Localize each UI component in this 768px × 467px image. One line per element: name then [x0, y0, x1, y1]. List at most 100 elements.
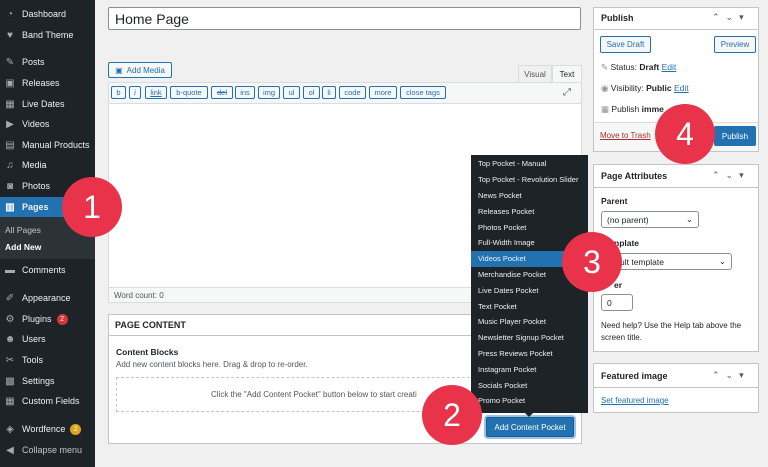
- callout-4: 4: [655, 104, 715, 164]
- pocket-menu-item[interactable]: Text Pocket: [471, 298, 588, 314]
- publish-time-row: ▦ Publish imme: [601, 104, 664, 114]
- status-edit-link[interactable]: Edit: [662, 62, 677, 72]
- sidebar-item-manual-products[interactable]: ▤ Manual Products: [0, 135, 95, 155]
- sidebar-item-live-dates[interactable]: ▦ Live Dates: [0, 94, 95, 114]
- pocket-menu-item[interactable]: Music Player Pocket: [471, 314, 588, 330]
- sidebar-item-users[interactable]: ☻ Users: [0, 329, 95, 349]
- pocket-menu-item[interactable]: Promo Pocket: [471, 393, 588, 409]
- status-row: ✎ Status: Draft Edit: [601, 62, 677, 72]
- divider: [593, 187, 759, 188]
- save-draft-button[interactable]: Save Draft: [600, 36, 651, 53]
- pocket-menu-item[interactable]: Press Reviews Pocket: [471, 346, 588, 362]
- parent-label: Parent: [601, 196, 628, 206]
- add-content-pocket-button[interactable]: Add Content Pocket: [486, 417, 574, 437]
- help-text: Need help? Use the Help tab above the sc…: [601, 321, 742, 342]
- releases-icon: ▣: [5, 77, 15, 89]
- quicktag-close-tags-button[interactable]: close tags: [400, 86, 446, 99]
- video-icon: ▶: [6, 118, 14, 130]
- pocket-menu-item[interactable]: News Pocket: [471, 188, 588, 204]
- sidebar-item-releases[interactable]: ▣ Releases: [0, 73, 95, 93]
- quicktag-code-button[interactable]: code: [339, 86, 366, 99]
- panel-arrows-icon[interactable]: ⌃⌄▾: [712, 370, 750, 381]
- pocket-menu-item[interactable]: Instagram Pocket: [471, 361, 588, 377]
- heart-icon: ♥: [7, 29, 13, 41]
- page-attributes-title: Page Attributes: [601, 171, 668, 181]
- quicktag-ol-button[interactable]: ol: [303, 86, 320, 99]
- pocket-menu-item[interactable]: Releases Pocket: [471, 203, 588, 219]
- sidebar-item-comments[interactable]: ▬ Comments: [0, 260, 95, 280]
- parent-select[interactable]: (no parent) ⌄: [601, 211, 699, 228]
- tab-text[interactable]: Text: [552, 65, 582, 82]
- submenu-add-new[interactable]: Add New: [0, 239, 95, 255]
- plugin-icon: ⚙: [5, 313, 15, 325]
- camera-icon: ◙: [6, 180, 14, 192]
- sidebar-item-dashboard[interactable]: ◔ Dashboard: [0, 4, 95, 24]
- sidebar-item-settings[interactable]: ▩ Settings: [0, 371, 95, 391]
- media-icon: ▣: [115, 65, 123, 75]
- sidebar-item-wordfence[interactable]: ◈ Wordfence 2: [0, 419, 95, 439]
- pocket-menu-item[interactable]: Top Pocket - Revolution Slider: [471, 172, 588, 188]
- quicktag-bold-button[interactable]: b: [111, 86, 126, 99]
- quicktag-del-button[interactable]: del: [211, 86, 233, 99]
- quicktag-ins-button[interactable]: ins: [235, 86, 255, 99]
- content-blocks-description: Add new content blocks here. Drag & drop…: [116, 360, 308, 369]
- fields-icon: ▦: [5, 395, 15, 407]
- chevron-down-icon: ⌄: [685, 214, 693, 224]
- quicktag-italic-button[interactable]: i: [129, 86, 141, 99]
- pin-icon: ✎: [5, 56, 15, 68]
- sidebar-item-tools[interactable]: ✂ Tools: [0, 350, 95, 370]
- eye-icon: ◉: [601, 83, 609, 93]
- quicktag-bquote-button[interactable]: b-quote: [170, 86, 208, 99]
- panel-arrows-icon[interactable]: ⌃⌄▾: [712, 12, 750, 23]
- brush-icon: ✐: [5, 292, 15, 304]
- users-icon: ☻: [4, 333, 16, 345]
- wordfence-count-badge: 2: [70, 423, 82, 435]
- quicktag-li-button[interactable]: li: [322, 86, 336, 99]
- pocket-menu-item[interactable]: Photos Pocket: [471, 219, 588, 235]
- divider: [593, 387, 759, 388]
- quicktag-more-button[interactable]: more: [369, 86, 397, 99]
- preview-button[interactable]: Preview: [714, 36, 756, 53]
- quicktag-ul-button[interactable]: ul: [283, 86, 300, 99]
- pages-icon: ▥: [5, 201, 15, 213]
- calendar-icon: ▦: [601, 104, 610, 114]
- set-featured-image-link[interactable]: Set featured image: [601, 396, 669, 405]
- quicktag-img-button[interactable]: img: [258, 86, 280, 99]
- sidebar-item-posts[interactable]: ✎ Posts: [0, 52, 95, 72]
- sidebar-item-band-theme[interactable]: ♥ Band Theme: [0, 25, 95, 45]
- callout-1: 1: [62, 177, 122, 237]
- order-label: er: [614, 280, 623, 290]
- move-to-trash-link[interactable]: Move to Trash: [600, 131, 651, 140]
- publish-button[interactable]: Publish: [714, 126, 756, 146]
- pocket-menu-item[interactable]: Top Pocket - Manual: [471, 156, 588, 172]
- fullscreen-icon[interactable]: ⤢: [563, 87, 571, 98]
- sidebar-item-videos[interactable]: ▶ Videos: [0, 114, 95, 134]
- pocket-menu-item[interactable]: Socials Pocket: [471, 377, 588, 393]
- quicktag-link-button[interactable]: link: [145, 86, 167, 99]
- menu-pointer: [523, 411, 535, 417]
- sidebar-item-appearance[interactable]: ✐ Appearance: [0, 288, 95, 308]
- content-pocket-menu: Top Pocket - Manual Top Pocket - Revoluti…: [471, 155, 588, 413]
- sidebar-item-media[interactable]: ♫ Media: [0, 155, 95, 175]
- media-icon: ♫: [6, 159, 14, 171]
- post-title-input[interactable]: Home Page: [108, 7, 581, 30]
- chevron-down-icon: ⌄: [718, 256, 726, 266]
- tab-visual[interactable]: Visual: [518, 65, 552, 82]
- publish-panel-title: Publish: [601, 13, 634, 23]
- divider: [593, 29, 759, 30]
- sidebar-item-plugins[interactable]: ⚙ Plugins 2: [0, 309, 95, 329]
- pocket-menu-item[interactable]: Newsletter Signup Pocket: [471, 330, 588, 346]
- collapse-menu-button[interactable]: ◀ Collapse menu: [0, 440, 95, 460]
- sidebar-item-custom-fields[interactable]: ▦ Custom Fields: [0, 391, 95, 411]
- visibility-edit-link[interactable]: Edit: [674, 83, 689, 93]
- shield-icon: ◈: [6, 423, 14, 435]
- pin-icon: ✎: [601, 62, 609, 72]
- pocket-menu-item[interactable]: Live Dates Pocket: [471, 282, 588, 298]
- add-media-button[interactable]: ▣ Add Media: [108, 62, 172, 78]
- panel-arrows-icon[interactable]: ⌃⌄▾: [712, 170, 750, 181]
- callout-3: 3: [562, 232, 622, 292]
- order-input[interactable]: 0: [601, 294, 633, 311]
- collapse-icon: ◀: [6, 444, 14, 456]
- featured-image-title: Featured image: [601, 371, 668, 381]
- callout-2: 2: [422, 385, 482, 445]
